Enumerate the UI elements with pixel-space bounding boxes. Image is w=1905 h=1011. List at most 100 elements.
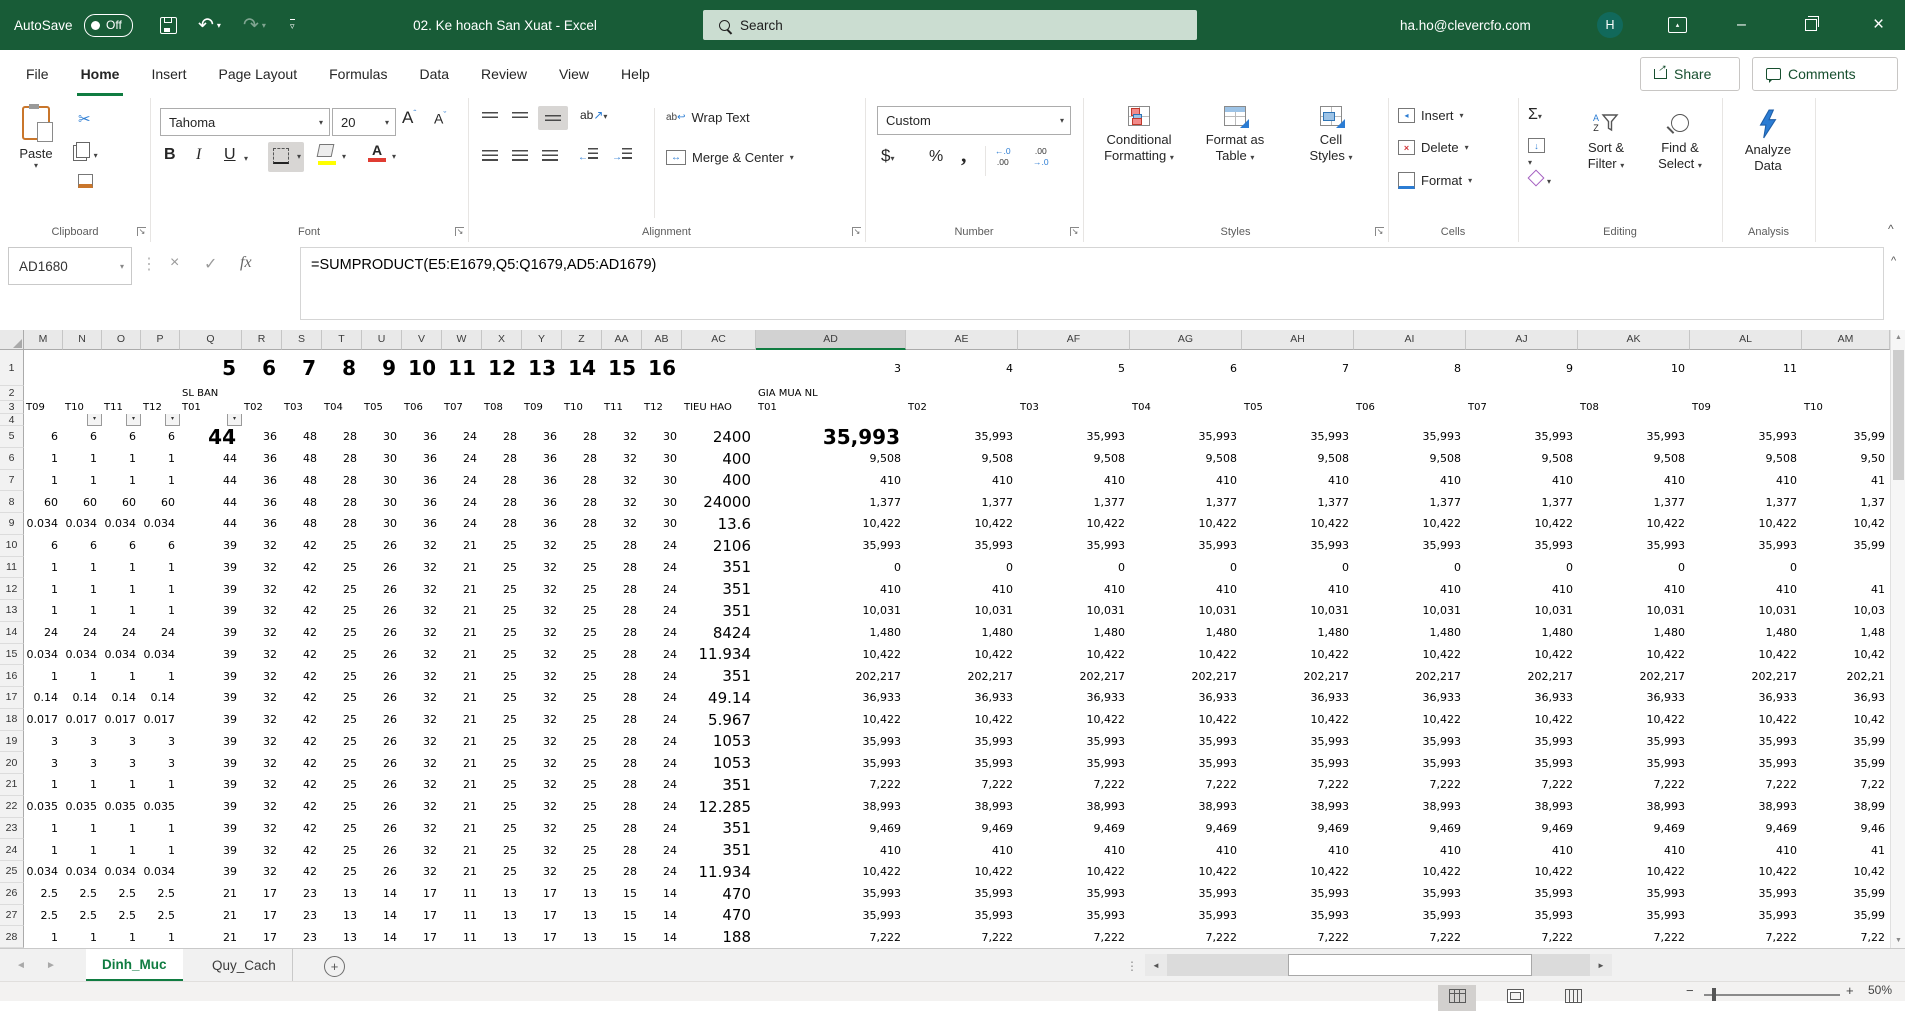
increase-decimal-button[interactable]: ←.0.00 xyxy=(995,146,1011,168)
row-header-16[interactable]: 16 xyxy=(0,665,24,687)
cell[interactable]: 10,422 xyxy=(1354,861,1466,883)
cell[interactable]: 17 xyxy=(242,905,282,927)
cell[interactable]: 1053 xyxy=(682,731,756,753)
cell[interactable]: 35,99 xyxy=(1802,426,1890,448)
cell[interactable]: 410 xyxy=(1354,839,1466,861)
cell[interactable]: 1,480 xyxy=(1242,622,1354,644)
cell[interactable]: 2.5 xyxy=(24,905,63,927)
cell[interactable]: 15 xyxy=(602,883,642,905)
cell[interactable]: 35,99 xyxy=(1802,883,1890,905)
cell[interactable]: 36,933 xyxy=(1578,687,1690,709)
cell[interactable]: 21 xyxy=(442,861,482,883)
undo-dropdown[interactable]: ▾ xyxy=(217,21,221,30)
cell[interactable]: 1 xyxy=(63,557,102,579)
cell[interactable]: 21 xyxy=(442,535,482,557)
clipboard-dialog-launcher[interactable]: ↘ xyxy=(137,227,146,236)
cell[interactable] xyxy=(442,386,482,401)
format-as-table-button[interactable]: Format as Table ▾ xyxy=(1189,106,1281,166)
tab-help[interactable]: Help xyxy=(605,50,666,98)
tab-insert[interactable]: Insert xyxy=(135,50,202,98)
cell[interactable]: 6 xyxy=(63,535,102,557)
cell[interactable]: 35,993 xyxy=(906,883,1018,905)
tab-file[interactable]: File xyxy=(10,50,65,98)
cell[interactable]: 35,993 xyxy=(1130,905,1242,927)
align-middle-button[interactable] xyxy=(512,112,528,120)
column-header-N[interactable]: N xyxy=(63,330,102,350)
cell[interactable]: 1 xyxy=(63,578,102,600)
cell[interactable]: 30 xyxy=(362,448,402,470)
cell[interactable]: 17 xyxy=(522,883,562,905)
cell[interactable]: 1 xyxy=(63,926,102,948)
cell[interactable]: 26 xyxy=(362,861,402,883)
spreadsheet-grid[interactable]: MNOPQRSTUVWXYZAAABACADAEAFAGAHAIAJAKALAM… xyxy=(0,330,1890,948)
new-sheet-button[interactable]: + xyxy=(324,956,345,977)
cell[interactable]: 25 xyxy=(322,687,362,709)
cell[interactable]: 32 xyxy=(242,796,282,818)
row-header-8[interactable]: 8 xyxy=(0,491,24,513)
cell[interactable]: 0.034 xyxy=(102,513,141,535)
cell[interactable]: 35,993 xyxy=(1018,752,1130,774)
cell[interactable]: 35,993 xyxy=(1466,883,1578,905)
cell[interactable]: 1 xyxy=(63,448,102,470)
cell[interactable]: 9,469 xyxy=(1130,818,1242,840)
cell[interactable]: 28 xyxy=(482,470,522,492)
cell[interactable]: 0 xyxy=(1354,557,1466,579)
cell[interactable]: 42 xyxy=(282,731,322,753)
account-avatar[interactable]: H xyxy=(1597,0,1623,50)
cell[interactable]: 7,222 xyxy=(1130,926,1242,948)
cell[interactable]: 25 xyxy=(482,687,522,709)
cell[interactable]: 17 xyxy=(402,883,442,905)
cell[interactable]: 1,480 xyxy=(1130,622,1242,644)
cell[interactable]: 6 xyxy=(63,426,102,448)
cell[interactable] xyxy=(402,386,442,401)
cell[interactable]: 26 xyxy=(362,687,402,709)
cell[interactable]: 6 xyxy=(102,535,141,557)
cell[interactable]: 1 xyxy=(141,578,180,600)
cell[interactable] xyxy=(642,414,682,426)
cell[interactable]: 32 xyxy=(402,600,442,622)
cell[interactable] xyxy=(1466,414,1578,426)
cell[interactable]: 1 xyxy=(141,448,180,470)
cell[interactable]: 28 xyxy=(602,861,642,883)
cell[interactable]: 21 xyxy=(442,557,482,579)
cell[interactable]: 202,217 xyxy=(756,665,906,687)
cell[interactable]: 351 xyxy=(682,600,756,622)
cell[interactable]: 10,422 xyxy=(756,513,906,535)
cell[interactable]: 32 xyxy=(522,687,562,709)
cell[interactable]: 36 xyxy=(242,426,282,448)
cell[interactable]: 24 xyxy=(642,752,682,774)
cell[interactable]: 32 xyxy=(242,731,282,753)
cell[interactable]: 25 xyxy=(562,861,602,883)
cell[interactable]: 1 xyxy=(24,839,63,861)
cell[interactable]: 23 xyxy=(282,926,322,948)
cell[interactable]: 10,422 xyxy=(1690,861,1802,883)
row-header-15[interactable]: 15 xyxy=(0,644,24,666)
cell[interactable]: 25 xyxy=(482,731,522,753)
cell[interactable]: 32 xyxy=(402,557,442,579)
cell[interactable]: 7,222 xyxy=(1466,774,1578,796)
cell[interactable]: 202,217 xyxy=(1578,665,1690,687)
cell[interactable] xyxy=(322,414,362,426)
cell[interactable]: 470 xyxy=(682,883,756,905)
column-header-S[interactable]: S xyxy=(282,330,322,350)
filter-button[interactable]: ▾ xyxy=(165,414,180,426)
cell[interactable] xyxy=(1802,350,1890,386)
cell[interactable]: 0.035 xyxy=(102,796,141,818)
cell[interactable]: 1,377 xyxy=(906,491,1018,513)
column-header-R[interactable]: R xyxy=(242,330,282,350)
cell[interactable]: 30 xyxy=(362,470,402,492)
cell[interactable]: 0.034 xyxy=(102,644,141,666)
cell[interactable]: 38,993 xyxy=(906,796,1018,818)
cell[interactable]: 10,422 xyxy=(1130,513,1242,535)
cell[interactable]: 42 xyxy=(282,622,322,644)
cell[interactable]: GIA MUA NL xyxy=(756,386,906,401)
cell[interactable]: 2106 xyxy=(682,535,756,557)
row-header-28[interactable]: 28 xyxy=(0,926,24,948)
cell[interactable]: 36,93 xyxy=(1802,687,1890,709)
cell[interactable]: 24 xyxy=(63,622,102,644)
cell[interactable]: 39 xyxy=(180,578,242,600)
cell[interactable]: 410 xyxy=(756,578,906,600)
cell[interactable]: 15 xyxy=(602,350,642,386)
cell[interactable] xyxy=(1018,414,1130,426)
cell[interactable]: 21 xyxy=(442,709,482,731)
